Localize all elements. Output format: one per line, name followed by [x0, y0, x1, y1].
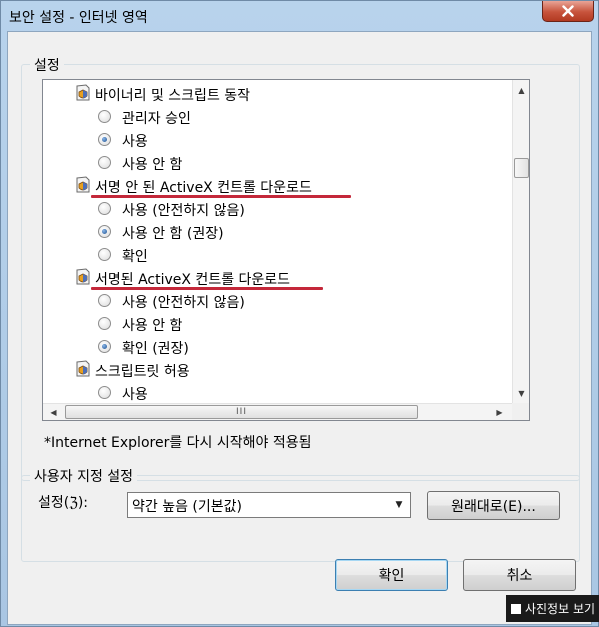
radio-checked-icon[interactable] — [98, 340, 111, 353]
settings-category-icon — [76, 84, 90, 101]
radio-option-label: 사용 (안전하지 않음) — [122, 295, 245, 311]
radio-option[interactable]: 확인 — [43, 243, 512, 266]
radio-unchecked-icon[interactable] — [98, 317, 111, 330]
arrow-up-icon: ▲ — [518, 86, 525, 95]
radio-unchecked-icon[interactable] — [98, 294, 111, 307]
chevron-down-icon[interactable]: ▼ — [389, 494, 409, 516]
restart-note: *Internet Explorer를 다시 시작해야 적용됨 — [44, 435, 312, 451]
radio-option[interactable]: 사용 안 함 — [43, 151, 512, 174]
settings-category-icon — [76, 268, 90, 285]
category-label: 서명된 ActiveX 컨트롤 다운로드 — [95, 272, 291, 288]
cancel-button-label: 취소 — [506, 568, 533, 584]
arrow-down-icon: ▼ — [518, 389, 525, 398]
radio-option[interactable]: 사용 (안전하지 않음) — [43, 289, 512, 312]
reset-button[interactable]: 원래대로(E)... — [427, 491, 560, 520]
close-button[interactable] — [542, 1, 594, 22]
arrow-right-icon: ▶ — [496, 408, 503, 417]
radio-option[interactable]: 사용 안 함 — [43, 312, 512, 335]
radio-unchecked-icon[interactable] — [98, 386, 111, 399]
radio-checked-icon[interactable] — [98, 133, 111, 146]
radio-checked-icon[interactable] — [98, 225, 111, 238]
category-label: 바이너리 및 스크립트 동작 — [95, 88, 251, 104]
settings-level-label: 설정(ℨ): — [38, 495, 89, 511]
window-title: 보안 설정 - 인터넷 영역 — [9, 10, 148, 26]
category-item[interactable]: 바이너리 및 스크립트 동작 — [43, 82, 512, 105]
settings-tree-list[interactable]: 바이너리 및 스크립트 동작 관리자 승인 사용 사용 안 함 서명 안 된 Activ… — [42, 79, 530, 421]
category-item[interactable]: 서명된 ActiveX 컨트롤 다운로드 — [43, 266, 512, 289]
radio-option[interactable]: 사용 — [43, 381, 512, 403]
settings-category-icon — [76, 360, 90, 377]
arrow-left-icon: ◀ — [50, 408, 57, 417]
close-icon — [562, 5, 574, 17]
settings-group-legend: 설정 — [30, 55, 64, 75]
scroll-down-button[interactable]: ▼ — [513, 385, 529, 402]
scroll-up-button[interactable]: ▲ — [513, 82, 529, 99]
radio-option-label: 사용 안 함 (권장) — [122, 226, 224, 242]
vertical-scroll-thumb[interactable] — [514, 158, 529, 178]
security-level-select[interactable]: 약간 높음 (기본값) ▼ — [127, 492, 411, 518]
radio-option-label: 관리자 승인 — [122, 111, 191, 127]
custom-settings-legend: 사용자 지정 설정 — [30, 466, 138, 486]
category-label: 스크립트릿 허용 — [95, 364, 190, 380]
category-item[interactable]: 서명 안 된 ActiveX 컨트롤 다운로드 — [43, 174, 512, 197]
radio-option[interactable]: 관리자 승인 — [43, 105, 512, 128]
radio-option[interactable]: 사용 (안전하지 않음) — [43, 197, 512, 220]
photo-info-label: 사진정보 보기 — [524, 602, 596, 616]
scroll-right-button[interactable]: ▶ — [491, 404, 508, 420]
radio-unchecked-icon[interactable] — [98, 110, 111, 123]
highlight-underline — [91, 195, 351, 198]
category-item[interactable]: 스크립트릿 허용 — [43, 358, 512, 381]
radio-option-label: 사용 안 함 — [122, 318, 183, 334]
dialog-client-area: 설정 바이너리 및 스크립트 동작 관리자 승인 사용 사용 안 함 서명 안 된 Ac… — [7, 31, 592, 625]
vertical-scrollbar[interactable]: ▲ ▼ — [512, 80, 529, 403]
scroll-left-button[interactable]: ◀ — [45, 404, 62, 420]
security-level-value: 약간 높음 (기본값) — [132, 499, 242, 515]
ok-button[interactable]: 확인 — [335, 559, 448, 591]
radio-option[interactable]: 사용 안 함 (권장) — [43, 220, 512, 243]
reset-button-label: 원래대로(E)... — [451, 498, 536, 515]
settings-tree-content: 바이너리 및 스크립트 동작 관리자 승인 사용 사용 안 함 서명 안 된 Activ… — [43, 80, 512, 403]
radio-option-label: 사용 — [122, 387, 148, 403]
highlight-underline — [91, 287, 323, 290]
horizontal-scrollbar[interactable]: ◀ III ▶ — [43, 403, 512, 420]
grip-icon: III — [236, 406, 247, 417]
radio-unchecked-icon[interactable] — [98, 248, 111, 261]
radio-option[interactable]: 확인 (권장) — [43, 335, 512, 358]
category-label: 서명 안 된 ActiveX 컨트롤 다운로드 — [95, 180, 312, 196]
photo-info-icon — [510, 603, 521, 614]
radio-unchecked-icon[interactable] — [98, 202, 111, 215]
radio-option[interactable]: 사용 — [43, 128, 512, 151]
security-settings-window: 보안 설정 - 인터넷 영역 설정 바이너리 및 스크립트 동작관리자 승인사용… — [0, 0, 599, 627]
radio-unchecked-icon[interactable] — [98, 156, 111, 169]
radio-option-label: 사용 — [122, 134, 148, 150]
radio-option-label: 사용 (안전하지 않음) — [122, 203, 245, 219]
radio-option-label: 확인 (권장) — [122, 341, 189, 357]
settings-category-icon — [76, 176, 90, 193]
title-bar[interactable]: 보안 설정 - 인터넷 영역 — [1, 1, 598, 31]
scrollbar-corner — [512, 403, 529, 420]
ok-button-label: 확인 — [378, 568, 405, 584]
radio-option-label: 확인 — [122, 249, 148, 265]
photo-info-badge[interactable]: 사진정보 보기 — [506, 595, 599, 622]
radio-option-label: 사용 안 함 — [122, 157, 183, 173]
horizontal-scroll-thumb[interactable]: III — [65, 405, 418, 419]
cancel-button[interactable]: 취소 — [463, 559, 576, 591]
